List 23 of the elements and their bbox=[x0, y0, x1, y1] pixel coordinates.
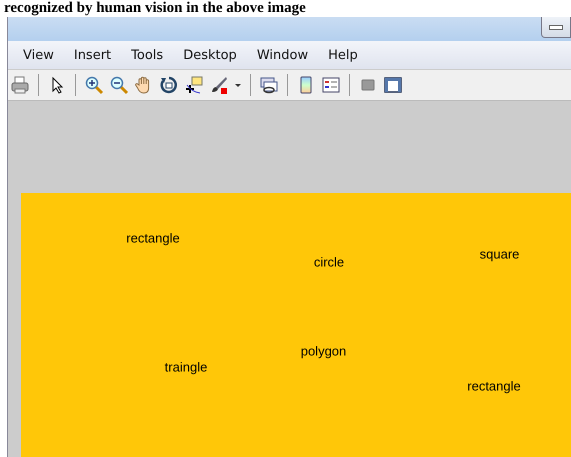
legend-icon[interactable] bbox=[321, 75, 341, 95]
minimize-button[interactable] bbox=[541, 17, 571, 38]
printer-icon[interactable] bbox=[10, 75, 30, 95]
menu-item[interactable]: Help bbox=[319, 48, 367, 62]
caption-text: recognized by human vision in the above image bbox=[3, 0, 307, 17]
shape-label: circle bbox=[314, 254, 344, 270]
rotate-icon[interactable] bbox=[159, 75, 179, 95]
shape-label: traingle bbox=[164, 360, 208, 375]
shape-label: polygon bbox=[300, 344, 346, 359]
shape-label: square bbox=[480, 246, 520, 262]
linked-windows-icon[interactable] bbox=[259, 75, 279, 95]
zoom-in-icon[interactable] bbox=[84, 75, 104, 95]
data-cursor-icon[interactable] bbox=[184, 75, 204, 95]
menu-item[interactable]: Insert bbox=[64, 48, 120, 62]
menu-item[interactable]: Tools bbox=[122, 48, 172, 62]
shape-label: rectangle bbox=[467, 378, 521, 394]
menu-item[interactable]: Desktop bbox=[174, 48, 246, 62]
show-plot-tools-icon[interactable] bbox=[383, 75, 403, 95]
menu-item[interactable]: Window bbox=[248, 48, 318, 62]
zoom-out-icon[interactable] bbox=[109, 75, 129, 95]
shape-label: rectangle bbox=[126, 230, 180, 246]
menu-item[interactable]: View bbox=[14, 48, 63, 62]
brush-icon[interactable] bbox=[209, 75, 229, 95]
